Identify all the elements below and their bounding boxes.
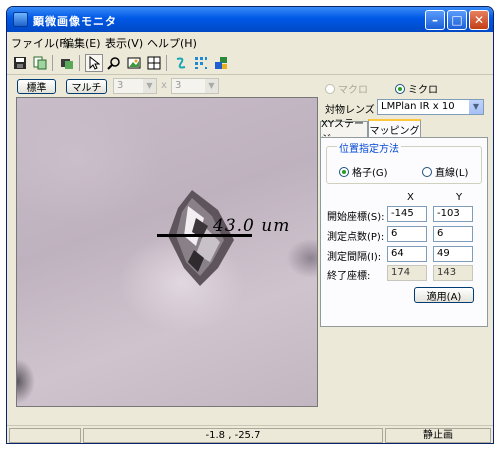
tab-xy-stage[interactable]: XYステージ [320,119,368,145]
microscope-image-view[interactable]: 43.0 um [16,97,318,407]
radio-icon [422,166,432,177]
grid-columns-select[interactable]: 3 ▼ [113,78,157,94]
column-y-header: Y [456,192,463,203]
copy-icon[interactable] [31,54,49,72]
grid-rows-select[interactable]: 3 ▼ [171,78,219,94]
capture-icon[interactable] [58,54,76,72]
end-y-value: 143 [433,265,473,281]
start-y-input[interactable]: -103 [433,206,473,222]
toolbar-separator [166,55,167,71]
tab-mapping[interactable]: マッピング [368,119,421,137]
point-count-label: 測定点数(P): [327,232,385,243]
macro-radio[interactable]: マクロ [325,81,368,96]
menu-edit[interactable]: 編集(E) [63,35,101,51]
save-icon[interactable] [11,54,29,72]
menu-file[interactable]: ファイル(F) [11,35,70,51]
micro-radio-label: ミクロ [408,85,438,96]
grid-icon[interactable] [145,54,163,72]
chevron-down-icon: ▼ [205,79,218,93]
start-x-input[interactable]: -145 [387,206,427,222]
end-x-value: 174 [387,265,427,281]
apply-button[interactable]: 適用(A) [414,287,474,303]
standard-button[interactable]: 標準 [17,79,56,94]
maximize-button[interactable]: □ [447,10,467,30]
objective-value: LMPlan IR x 10 [381,101,455,112]
objective-select[interactable]: LMPlan IR x 10 ▼ [377,99,484,115]
multi-button[interactable]: マルチ [66,79,107,94]
grid-columns-value: 3 [117,80,124,91]
window-title: 顕微画像モニタ [33,15,117,28]
status-pane-empty [9,428,81,443]
micro-radio[interactable]: ミクロ [395,81,438,96]
scale-bar-label: 43.0 um [213,216,291,236]
radio-selected-icon [339,166,349,177]
end-coord-label: 終了座標: [327,271,371,282]
interval-y-input[interactable]: 49 [433,246,473,262]
status-coordinates: -1.8 , -25.7 [83,428,383,443]
column-x-header: X [407,192,414,203]
minimize-button[interactable]: – [425,10,445,30]
app-window: 顕微画像モニタ – □ ✕ ファイル(F) 編集(E) 表示(V) ヘルプ(H) [6,6,494,444]
image-icon[interactable] [125,54,143,72]
position-method-title: 位置指定方法 [337,140,401,155]
pointer-icon[interactable] [85,54,103,72]
count-y-input[interactable]: 6 [433,226,473,242]
app-icon [13,12,28,27]
chevron-down-icon: ▼ [469,100,483,114]
status-state: 静止画 [385,428,491,443]
grid-radio-label: 格子(G) [352,168,388,179]
grid-separator-label: x [161,80,167,91]
crystal-particle [168,190,234,286]
position-method-group: 位置指定方法 格子(G) 直線(L) [326,140,482,184]
line-radio-label: 直線(L) [435,168,469,179]
mapping-icon[interactable] [192,54,210,72]
zoom-icon[interactable] [105,54,123,72]
menu-view[interactable]: 表示(V) [105,35,143,51]
title-bar: 顕微画像モニタ – □ ✕ [7,7,493,32]
count-x-input[interactable]: 6 [387,226,427,242]
toolbar-separator [79,55,80,71]
start-coord-label: 開始座標(S): [327,212,385,223]
menu-help[interactable]: ヘルプ(H) [147,35,197,51]
grid-radio[interactable]: 格子(G) [339,164,388,179]
toolbar [7,51,493,75]
line-radio[interactable]: 直線(L) [422,164,468,179]
radio-icon [325,83,335,94]
interval-label: 測定間隔(I): [327,252,382,263]
close-button[interactable]: ✕ [469,10,489,30]
grid-rows-value: 3 [175,80,182,91]
chevron-down-icon: ▼ [143,79,156,93]
toolbar-separator [52,55,53,71]
interval-x-input[interactable]: 64 [387,246,427,262]
mapping-panel: 位置指定方法 格子(G) 直線(L) X Y 開始座標(S): -145 -10… [320,137,488,327]
macro-radio-label: マクロ [338,85,368,96]
radio-selected-icon [395,83,405,94]
stage-icon[interactable] [212,54,230,72]
status-bar: -1.8 , -25.7 静止画 [7,425,493,443]
menu-bar: ファイル(F) 編集(E) 表示(V) ヘルプ(H) [7,32,493,51]
spectrum-icon[interactable] [172,54,190,72]
